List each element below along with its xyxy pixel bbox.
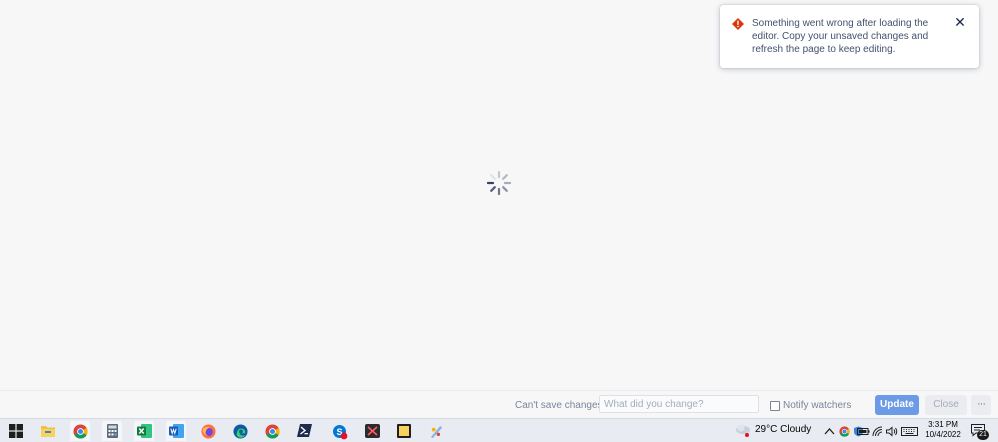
- chrome-tray-icon[interactable]: [839, 424, 850, 437]
- editor-footer: Can't save changes Notify watchers Updat…: [0, 390, 998, 419]
- file-explorer-icon[interactable]: [38, 421, 58, 441]
- sticky-notes-icon[interactable]: [394, 421, 414, 441]
- notification-count-badge: 21: [977, 430, 989, 440]
- weather-text[interactable]: 29°C Cloudy: [755, 424, 811, 435]
- weather-condition: Cloudy: [780, 424, 812, 435]
- windows-start-icon[interactable]: [6, 421, 26, 441]
- firefox-icon[interactable]: [198, 421, 218, 441]
- taskbar: S 29°C Cloudy 3:31 PM 10/4/2022 21: [0, 418, 998, 442]
- weather-temperature: 29°C: [755, 424, 778, 435]
- editor-page: Something went wrong after loading the e…: [0, 0, 998, 442]
- battery-icon[interactable]: [857, 424, 870, 435]
- chrome-icon[interactable]: [70, 421, 90, 441]
- calculator-icon[interactable]: [102, 421, 122, 441]
- change-description-input[interactable]: [599, 395, 759, 413]
- snipping-tool-icon[interactable]: [362, 421, 382, 441]
- edge-icon[interactable]: [230, 421, 250, 441]
- notify-watchers-label[interactable]: Notify watchers: [783, 400, 851, 411]
- error-toast: Something went wrong after loading the e…: [720, 5, 979, 68]
- clock-date[interactable]: 10/4/2022: [924, 430, 962, 439]
- skype-icon[interactable]: S: [330, 421, 350, 441]
- volume-icon[interactable]: [886, 424, 898, 437]
- close-icon[interactable]: ✕: [953, 15, 967, 29]
- word-icon[interactable]: [166, 421, 186, 441]
- chevron-up-icon[interactable]: [824, 424, 835, 435]
- toast-message: Something went wrong after loading the e…: [752, 18, 929, 55]
- chrome-alt-icon[interactable]: [262, 421, 282, 441]
- powershell-icon[interactable]: [294, 421, 314, 441]
- save-status-text: Can't save changes: [515, 400, 603, 411]
- clock-time[interactable]: 3:31 PM: [928, 420, 958, 429]
- close-button[interactable]: Close: [925, 395, 967, 415]
- notify-watchers-checkbox[interactable]: [770, 401, 780, 411]
- update-button[interactable]: Update: [875, 395, 919, 415]
- more-options-button[interactable]: ···: [971, 395, 991, 415]
- cloudy-weather-icon[interactable]: [735, 423, 751, 437]
- wifi-icon[interactable]: [872, 424, 883, 437]
- paint-icon[interactable]: [426, 421, 446, 441]
- excel-icon[interactable]: [134, 421, 154, 441]
- keyboard-icon[interactable]: [901, 424, 918, 436]
- error-icon: [732, 17, 744, 30]
- loading-spinner-icon: [486, 170, 512, 196]
